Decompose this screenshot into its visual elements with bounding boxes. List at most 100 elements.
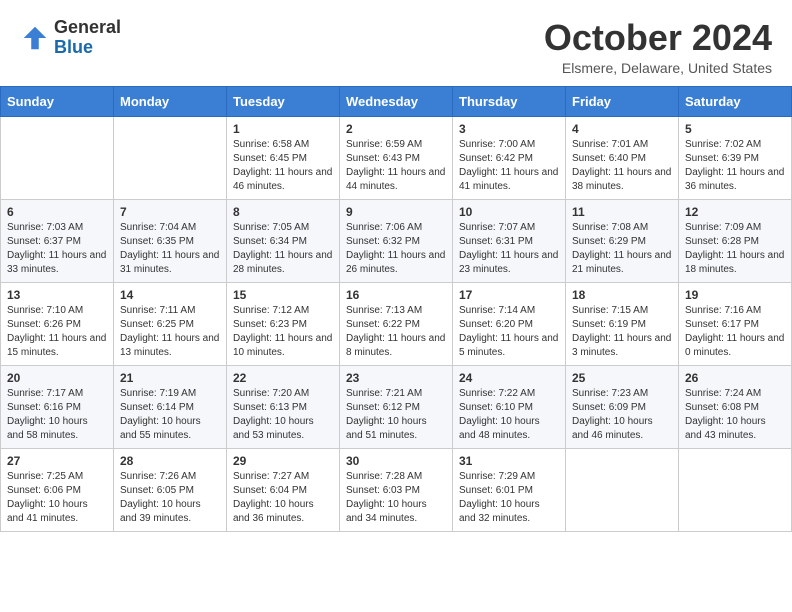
calendar-cell: 7 Sunrise: 7:04 AM Sunset: 6:35 PM Daylig… (114, 199, 227, 282)
day-detail: Sunrise: 7:02 AM Sunset: 6:39 PM Dayligh… (685, 138, 785, 194)
calendar-cell: 12 Sunrise: 7:09 AM Sunset: 6:28 PM Dayli… (679, 199, 792, 282)
day-detail: Sunrise: 7:11 AM Sunset: 6:25 PM Dayligh… (120, 304, 220, 360)
calendar-cell: 10Sunrise: 7:07 AM Sunset: 6:31 PM Dayli… (453, 199, 566, 282)
day-detail: Sunrise: 7:14 AM Sunset: 6:20 PM Dayligh… (459, 304, 559, 360)
day-number: 4 (572, 122, 672, 136)
day-detail: Sunrise: 7:08 AM Sunset: 6:29 PM Dayligh… (572, 221, 672, 277)
day-number: 30 (346, 454, 446, 468)
calendar-cell (1, 116, 114, 199)
calendar-cell: 20 Sunrise: 7:17 AM Sunset: 6:16 PM Dayli… (1, 365, 114, 448)
logo: General Blue (20, 18, 121, 58)
calendar-cell: 24Sunrise: 7:22 AM Sunset: 6:10 PM Dayli… (453, 365, 566, 448)
page-header: General Blue October 2024 Elsmere, Delaw… (0, 0, 792, 86)
calendar-cell: 22 Sunrise: 7:20 AM Sunset: 6:13 PM Dayli… (227, 365, 340, 448)
day-number: 11 (572, 205, 672, 219)
calendar-cell: 21 Sunrise: 7:19 AM Sunset: 6:14 PM Dayli… (114, 365, 227, 448)
day-number: 18 (572, 288, 672, 302)
day-number: 25 (572, 371, 672, 385)
day-detail: Sunrise: 7:17 AM Sunset: 6:16 PM Dayligh… (7, 387, 107, 443)
day-detail: Sunrise: 7:19 AM Sunset: 6:14 PM Dayligh… (120, 387, 220, 443)
week-row-3: 13 Sunrise: 7:10 AM Sunset: 6:26 PM Dayli… (1, 282, 792, 365)
day-detail: Sunrise: 7:00 AM Sunset: 6:42 PM Dayligh… (459, 138, 559, 194)
calendar-cell: 26 Sunrise: 7:24 AM Sunset: 6:08 PM Dayli… (679, 365, 792, 448)
calendar-cell: 14 Sunrise: 7:11 AM Sunset: 6:25 PM Dayli… (114, 282, 227, 365)
day-detail: Sunrise: 7:06 AM Sunset: 6:32 PM Dayligh… (346, 221, 446, 277)
day-number: 20 (7, 371, 107, 385)
day-number: 19 (685, 288, 785, 302)
day-detail: Sunrise: 7:25 AM Sunset: 6:06 PM Dayligh… (7, 470, 107, 526)
location: Elsmere, Delaware, United States (544, 60, 772, 76)
calendar-cell: 19Sunrise: 7:16 AM Sunset: 6:17 PM Dayli… (679, 282, 792, 365)
logo-line1: General (54, 18, 121, 38)
day-number: 6 (7, 205, 107, 219)
day-number: 12 (685, 205, 785, 219)
calendar-cell (679, 448, 792, 531)
calendar-cell: 4 Sunrise: 7:01 AM Sunset: 6:40 PM Daylig… (566, 116, 679, 199)
day-detail: Sunrise: 7:20 AM Sunset: 6:13 PM Dayligh… (233, 387, 333, 443)
day-number: 1 (233, 122, 333, 136)
day-number: 10 (459, 205, 559, 219)
week-row-2: 6 Sunrise: 7:03 AM Sunset: 6:37 PM Daylig… (1, 199, 792, 282)
day-detail: Sunrise: 7:03 AM Sunset: 6:37 PM Dayligh… (7, 221, 107, 277)
day-detail: Sunrise: 7:05 AM Sunset: 6:34 PM Dayligh… (233, 221, 333, 277)
calendar-cell: 2 Sunrise: 6:59 AM Sunset: 6:43 PM Daylig… (340, 116, 453, 199)
day-header-wednesday: Wednesday (340, 86, 453, 116)
day-detail: Sunrise: 7:29 AM Sunset: 6:01 PM Dayligh… (459, 470, 559, 526)
day-detail: Sunrise: 7:15 AM Sunset: 6:19 PM Dayligh… (572, 304, 672, 360)
calendar-cell (566, 448, 679, 531)
day-detail: Sunrise: 7:01 AM Sunset: 6:40 PM Dayligh… (572, 138, 672, 194)
calendar-cell: 23Sunrise: 7:21 AM Sunset: 6:12 PM Dayli… (340, 365, 453, 448)
calendar-cell: 25 Sunrise: 7:23 AM Sunset: 6:09 PM Dayli… (566, 365, 679, 448)
day-detail: Sunrise: 7:21 AM Sunset: 6:12 PM Dayligh… (346, 387, 446, 443)
calendar-cell: 13 Sunrise: 7:10 AM Sunset: 6:26 PM Dayli… (1, 282, 114, 365)
day-number: 14 (120, 288, 220, 302)
calendar-cell: 6 Sunrise: 7:03 AM Sunset: 6:37 PM Daylig… (1, 199, 114, 282)
day-header-thursday: Thursday (453, 86, 566, 116)
day-header-friday: Friday (566, 86, 679, 116)
day-number: 26 (685, 371, 785, 385)
calendar-cell: 29 Sunrise: 7:27 AM Sunset: 6:04 PM Dayli… (227, 448, 340, 531)
day-detail: Sunrise: 7:10 AM Sunset: 6:26 PM Dayligh… (7, 304, 107, 360)
calendar-cell: 11 Sunrise: 7:08 AM Sunset: 6:29 PM Dayli… (566, 199, 679, 282)
day-number: 15 (233, 288, 333, 302)
day-detail: Sunrise: 7:28 AM Sunset: 6:03 PM Dayligh… (346, 470, 446, 526)
day-detail: Sunrise: 7:26 AM Sunset: 6:05 PM Dayligh… (120, 470, 220, 526)
day-detail: Sunrise: 7:23 AM Sunset: 6:09 PM Dayligh… (572, 387, 672, 443)
day-number: 29 (233, 454, 333, 468)
day-detail: Sunrise: 7:13 AM Sunset: 6:22 PM Dayligh… (346, 304, 446, 360)
calendar-cell: 18 Sunrise: 7:15 AM Sunset: 6:19 PM Dayli… (566, 282, 679, 365)
day-number: 21 (120, 371, 220, 385)
day-detail: Sunrise: 6:58 AM Sunset: 6:45 PM Dayligh… (233, 138, 333, 194)
day-number: 28 (120, 454, 220, 468)
day-detail: Sunrise: 7:04 AM Sunset: 6:35 PM Dayligh… (120, 221, 220, 277)
day-number: 22 (233, 371, 333, 385)
day-number: 8 (233, 205, 333, 219)
calendar-cell: 16 Sunrise: 7:13 AM Sunset: 6:22 PM Dayli… (340, 282, 453, 365)
calendar-cell: 9Sunrise: 7:06 AM Sunset: 6:32 PM Daylig… (340, 199, 453, 282)
week-row-5: 27Sunrise: 7:25 AM Sunset: 6:06 PM Dayli… (1, 448, 792, 531)
calendar-cell: 15Sunrise: 7:12 AM Sunset: 6:23 PM Dayli… (227, 282, 340, 365)
day-detail: Sunrise: 6:59 AM Sunset: 6:43 PM Dayligh… (346, 138, 446, 194)
day-detail: Sunrise: 7:27 AM Sunset: 6:04 PM Dayligh… (233, 470, 333, 526)
calendar-cell: 8 Sunrise: 7:05 AM Sunset: 6:34 PM Daylig… (227, 199, 340, 282)
day-number: 17 (459, 288, 559, 302)
month-title: October 2024 (544, 18, 772, 58)
day-number: 3 (459, 122, 559, 136)
day-number: 16 (346, 288, 446, 302)
day-header-saturday: Saturday (679, 86, 792, 116)
logo-icon (20, 23, 50, 53)
day-number: 2 (346, 122, 446, 136)
title-block: October 2024 Elsmere, Delaware, United S… (544, 18, 772, 76)
calendar-cell: 5 Sunrise: 7:02 AM Sunset: 6:39 PM Daylig… (679, 116, 792, 199)
day-header-tuesday: Tuesday (227, 86, 340, 116)
calendar-cell: 3 Sunrise: 7:00 AM Sunset: 6:42 PM Daylig… (453, 116, 566, 199)
day-number: 13 (7, 288, 107, 302)
day-header-sunday: Sunday (1, 86, 114, 116)
calendar-cell: 27Sunrise: 7:25 AM Sunset: 6:06 PM Dayli… (1, 448, 114, 531)
day-number: 5 (685, 122, 785, 136)
day-detail: Sunrise: 7:09 AM Sunset: 6:28 PM Dayligh… (685, 221, 785, 277)
calendar-cell: 1 Sunrise: 6:58 AM Sunset: 6:45 PM Daylig… (227, 116, 340, 199)
day-detail: Sunrise: 7:24 AM Sunset: 6:08 PM Dayligh… (685, 387, 785, 443)
day-number: 7 (120, 205, 220, 219)
days-header-row: SundayMondayTuesdayWednesdayThursdayFrid… (1, 86, 792, 116)
